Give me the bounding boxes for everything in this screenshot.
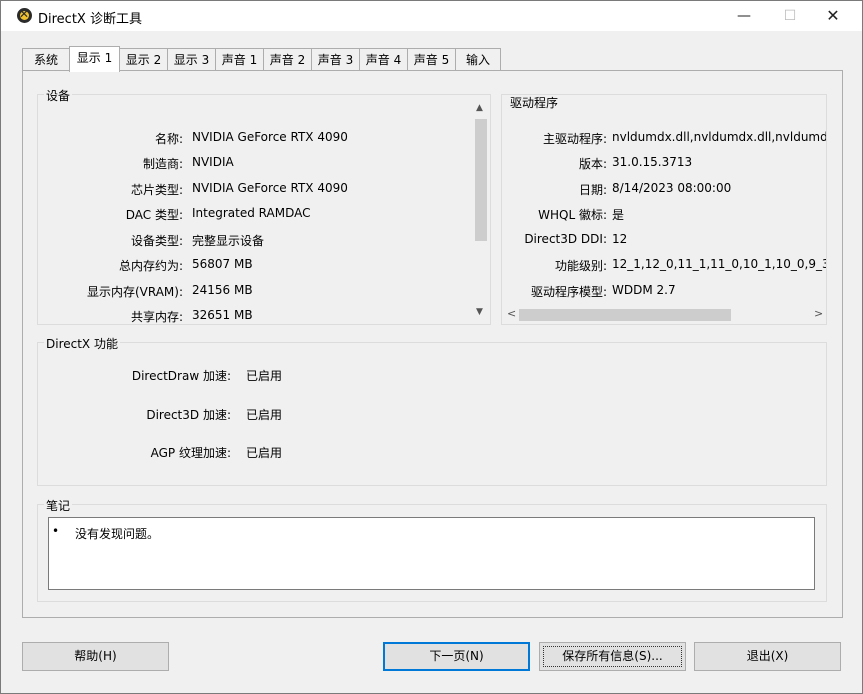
driver-feature-levels-value: 12_1,12_0,11_1,11_0,10_1,10_0,9_3,9_2 <box>612 257 826 271</box>
tab-display-1[interactable]: 显示 1 <box>69 46 120 72</box>
tab-sound-2[interactable]: 声音 2 <box>263 48 312 71</box>
device-shared-memory-label: 共享内存: <box>130 310 183 324</box>
driver-date-label: 日期: <box>578 183 607 197</box>
driver-horizontal-scrollbar[interactable]: < > <box>503 307 825 323</box>
device-total-memory-value: 56807 MB <box>192 257 253 271</box>
tab-sound-4[interactable]: 声音 4 <box>359 48 408 71</box>
directdraw-accel-value: 已启用 <box>246 369 283 383</box>
notes-textbox[interactable]: • 没有发现问题。 <box>48 517 815 590</box>
driver-main-label: 主驱动程序: <box>542 132 607 146</box>
help-button[interactable]: 帮助(H) <box>22 642 169 671</box>
driver-d3d-ddi-label: Direct3D DDI: <box>524 232 607 246</box>
driver-d3d-ddi-value: 12 <box>612 232 628 246</box>
device-scroll-thumb[interactable] <box>475 119 487 241</box>
device-shared-memory-value: 32651 MB <box>192 308 253 322</box>
tab-sound-1[interactable]: 声音 1 <box>215 48 264 71</box>
device-manufacturer-value: NVIDIA <box>192 155 234 169</box>
next-page-button[interactable]: 下一页(N) <box>383 642 530 671</box>
device-vram-value: 24156 MB <box>192 283 253 297</box>
driver-main-value: nvldumdx.dll,nvldumdx.dll,nvldumdx.c <box>612 130 827 144</box>
tab-display-2[interactable]: 显示 2 <box>119 48 168 71</box>
device-name-value: NVIDIA GeForce RTX 4090 <box>192 130 348 144</box>
notes-item: 没有发现问题。 <box>75 527 160 541</box>
device-total-memory-label: 总内存约为: <box>118 259 183 273</box>
driver-feature-levels-label: 功能级别: <box>554 259 607 273</box>
driver-whql-value: 是 <box>612 208 625 222</box>
agp-texture-accel-label: AGP 纹理加速: <box>150 446 231 460</box>
tab-system[interactable]: 系统 <box>22 48 70 71</box>
device-vertical-scrollbar[interactable]: ▲ ▼ <box>473 103 489 323</box>
maximize-button[interactable]: ☐ <box>767 1 813 31</box>
directx-diagnostic-window: DirectX 诊断工具 — ☐ ✕ 系统 显示 1 显示 2 显示 3 声音 … <box>0 0 863 694</box>
minimize-button[interactable]: — <box>721 1 767 31</box>
directx-app-icon <box>17 7 32 23</box>
device-chip-type-value: NVIDIA GeForce RTX 4090 <box>192 181 348 195</box>
tab-input[interactable]: 输入 <box>455 48 501 71</box>
scroll-left-icon[interactable]: < <box>507 307 516 320</box>
title-bar[interactable]: DirectX 诊断工具 — ☐ ✕ <box>1 1 862 31</box>
device-name-label: 名称: <box>154 132 183 146</box>
device-vram-label: 显示内存(VRAM): <box>86 285 183 299</box>
driver-model-label: 驱动程序模型: <box>530 285 607 299</box>
device-group-title: 设备 <box>44 87 73 104</box>
driver-version-label: 版本: <box>578 157 607 171</box>
tab-display-3[interactable]: 显示 3 <box>167 48 216 71</box>
notes-title: 笔记 <box>44 497 73 514</box>
directdraw-accel-label: DirectDraw 加速: <box>131 369 231 383</box>
scroll-up-icon[interactable]: ▲ <box>476 103 483 113</box>
direct3d-accel-value: 已启用 <box>246 408 283 422</box>
driver-whql-label: WHQL 徽标: <box>538 208 607 222</box>
device-type-value: 完整显示设备 <box>192 234 265 248</box>
tab-sound-3[interactable]: 声音 3 <box>311 48 360 71</box>
directx-features-title: DirectX 功能 <box>44 335 120 352</box>
agp-texture-accel-value: 已启用 <box>246 446 283 460</box>
driver-version-value: 31.0.15.3713 <box>612 155 693 169</box>
direct3d-accel-label: Direct3D 加速: <box>146 408 231 422</box>
device-manufacturer-label: 制造商: <box>142 157 183 171</box>
save-all-info-button[interactable]: 保存所有信息(S)... <box>539 642 686 671</box>
driver-group: 驱动程序 主驱动程序: nvldumdx.dll,nvldumdx.dll,nv… <box>501 94 827 325</box>
window-title: DirectX 诊断工具 <box>38 12 142 27</box>
device-dac-type-label: DAC 类型: <box>125 208 183 222</box>
exit-button[interactable]: 退出(X) <box>694 642 841 671</box>
driver-date-value: 8/14/2023 08:00:00 <box>612 181 732 195</box>
scroll-down-icon[interactable]: ▼ <box>476 307 483 317</box>
scroll-right-icon[interactable]: > <box>814 307 823 320</box>
driver-model-value: WDDM 2.7 <box>612 283 676 297</box>
tab-sound-5[interactable]: 声音 5 <box>407 48 456 71</box>
notes-bullet: • <box>52 524 60 538</box>
driver-scroll-thumb[interactable] <box>519 309 731 321</box>
device-dac-type-value: Integrated RAMDAC <box>192 206 311 220</box>
close-button[interactable]: ✕ <box>810 1 856 31</box>
device-chip-type-label: 芯片类型: <box>130 183 183 197</box>
device-type-label: 设备类型: <box>130 234 183 248</box>
driver-group-title: 驱动程序 <box>508 95 561 111</box>
